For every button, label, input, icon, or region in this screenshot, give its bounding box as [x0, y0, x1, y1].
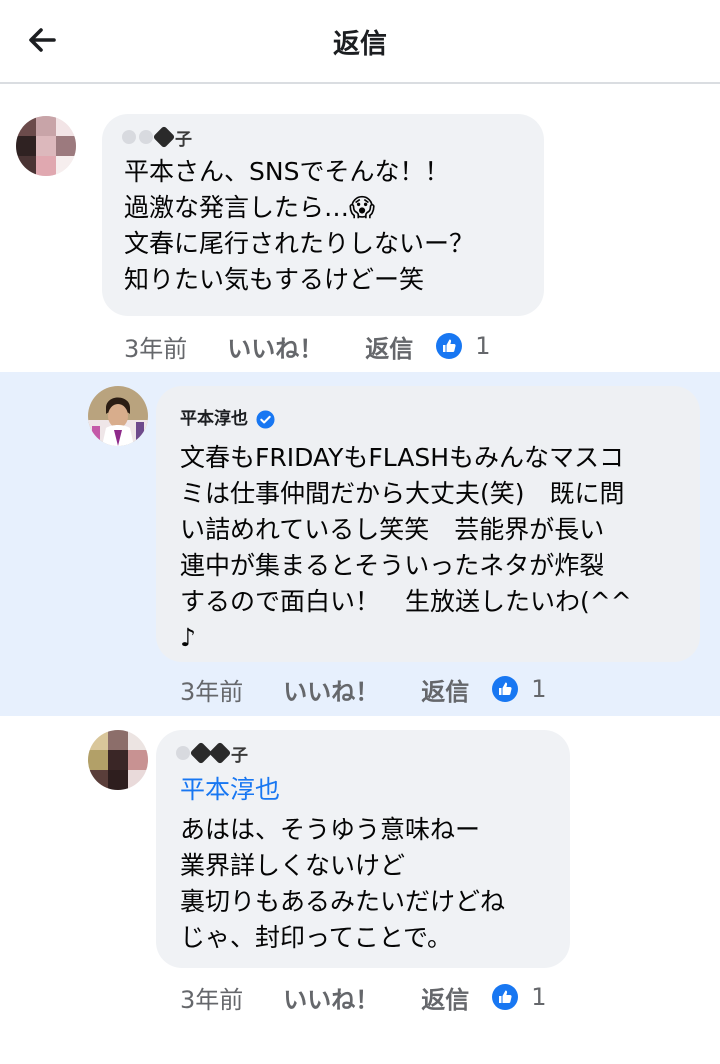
- comment-item: 子 平本淳也 あはは、そうゆう意味ねー 業界詳しくないけど 裏切りもあるみたいだ…: [0, 716, 720, 1064]
- mention-link[interactable]: 平本淳也: [180, 770, 280, 806]
- thumbs-up-reaction-icon[interactable]: [491, 675, 519, 703]
- comment-text: 平本さん、SNSでそんな！！ 過激な発言したら…😱 文春に尾行されたりしないー？…: [124, 157, 475, 294]
- replies-screen: 返信 子 平本さん、SNSでそんな！！ 過激な発言したら…😱 文春に尾行されたり…: [0, 0, 720, 1064]
- like-button[interactable]: いいね！: [227, 329, 323, 364]
- verified-badge-icon: [256, 409, 275, 429]
- author-name-redacted[interactable]: 子: [176, 741, 248, 766]
- pixelated-avatar-image: [16, 116, 76, 176]
- reply-button[interactable]: 返信: [421, 672, 469, 707]
- thumbs-up-reaction-icon[interactable]: [491, 983, 519, 1011]
- author-name-text: 平本淳也: [180, 409, 248, 429]
- author-name-redacted[interactable]: 子: [122, 125, 192, 150]
- author-name[interactable]: 平本淳也: [180, 404, 275, 429]
- redaction-mark: [208, 741, 232, 765]
- reaction-count: 1: [531, 983, 547, 1011]
- comment-bubble: 子 平本淳也 あはは、そうゆう意味ねー 業界詳しくないけど 裏切りもあるみたいだ…: [156, 730, 570, 968]
- profile-photo-image: [88, 386, 148, 446]
- avatar[interactable]: [88, 730, 148, 790]
- timestamp[interactable]: 3年前: [124, 329, 187, 364]
- comment-bubble: 平本淳也 文春もFRIDAYもFLASHもみんなマスコ ミは仕事仲間だから大丈夫…: [156, 386, 700, 662]
- timestamp[interactable]: 3年前: [180, 980, 243, 1015]
- thumbs-up-reaction-icon[interactable]: [435, 332, 463, 360]
- like-button[interactable]: いいね！: [283, 672, 379, 707]
- comment-item-highlighted: 平本淳也 文春もFRIDAYもFLASHもみんなマスコ ミは仕事仲間だから大丈夫…: [0, 372, 720, 716]
- comment-item: 子 平本さん、SNSでそんな！！ 過激な発言したら…😱 文春に尾行されたりしない…: [0, 84, 720, 374]
- pixelated-avatar-image: [88, 730, 148, 790]
- comment-bubble: 子 平本さん、SNSでそんな！！ 過激な発言したら…😱 文春に尾行されたりしない…: [102, 114, 544, 316]
- comment-text: 文春もFRIDAYもFLASHもみんなマスコ ミは仕事仲間だから大丈夫(笑) 既…: [180, 443, 632, 652]
- timestamp[interactable]: 3年前: [180, 672, 243, 707]
- reaction-count: 1: [531, 675, 547, 703]
- comment-actions: 3年前 いいね！ 返信 1: [180, 672, 547, 706]
- author-name-visible-char: 子: [175, 129, 192, 150]
- redaction-mark: [139, 130, 153, 144]
- top-bar: 返信: [0, 0, 720, 84]
- avatar[interactable]: [16, 116, 76, 176]
- comment-text: あはは、そうゆう意味ねー 業界詳しくないけど 裏切りもあるみたいだけどね じゃ、…: [180, 815, 506, 952]
- redaction-mark: [176, 746, 190, 760]
- comment-actions: 3年前 いいね！ 返信 1: [180, 980, 547, 1014]
- author-name-visible-char: 子: [231, 745, 248, 766]
- page-title: 返信: [333, 29, 387, 60]
- reaction-count: 1: [475, 332, 491, 360]
- reply-button[interactable]: 返信: [365, 329, 413, 364]
- redaction-mark: [122, 130, 136, 144]
- comment-actions: 3年前 いいね！ 返信 1: [124, 329, 491, 363]
- reply-button[interactable]: 返信: [421, 980, 469, 1015]
- avatar[interactable]: [88, 386, 148, 446]
- like-button[interactable]: いいね！: [283, 980, 379, 1015]
- redaction-mark: [152, 125, 176, 149]
